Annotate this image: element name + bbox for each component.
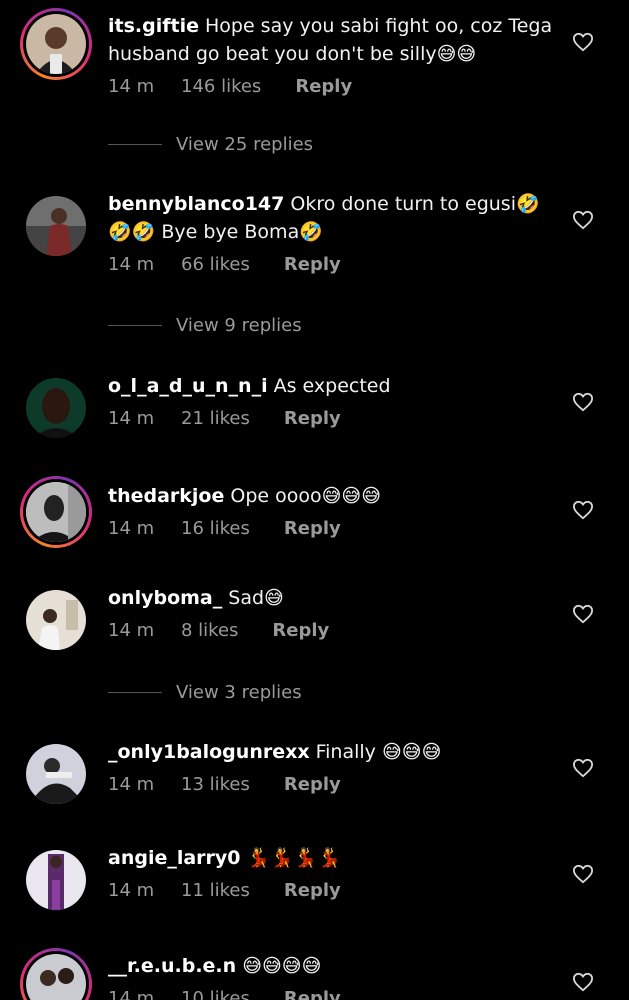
comment-time: 14 m [108,254,155,275]
avatar [26,378,86,438]
heart-outline-icon[interactable] [572,392,594,412]
comment-username[interactable]: onlyboma_ [108,587,222,609]
avatar-wrapper[interactable] [20,190,92,262]
heart-outline-icon[interactable] [572,604,594,624]
comment-likes[interactable]: 13 likes [181,774,250,795]
comment-text: onlyboma_ Sad😅 [108,584,559,612]
comment-username[interactable]: o_l_a_d_u_n_n_i [108,375,268,397]
comment-time: 14 m [108,620,155,641]
comment-time: 14 m [108,408,155,429]
comment-likes[interactable]: 66 likes [181,254,250,275]
comment-time: 14 m [108,774,155,795]
comment-meta: 14 m 13 likes Reply [108,774,559,795]
avatar-story-ring[interactable] [20,8,92,80]
comment-meta: 14 m 66 likes Reply [108,254,559,275]
comment-username[interactable]: __r.e.u.b.e.n [108,955,236,977]
comment-body: As expected [273,375,391,397]
reply-button[interactable]: Reply [284,254,341,275]
comment-meta: 14 m 10 likes Reply [108,988,559,1000]
avatar [26,590,86,650]
comment-text: its.giftie Hope say you sabi fight oo, co… [108,12,559,68]
view-replies-button[interactable]: View 3 replies [108,682,302,703]
reply-button[interactable]: Reply [284,408,341,429]
comment-likes[interactable]: 10 likes [181,988,250,1000]
comment-meta: 14 m 16 likes Reply [108,518,559,539]
avatar [26,196,86,256]
reply-button[interactable]: Reply [295,76,352,97]
heart-outline-icon[interactable] [572,500,594,520]
comment-likes[interactable]: 146 likes [181,76,261,97]
heart-outline-icon[interactable] [572,972,594,992]
heart-outline-icon[interactable] [572,32,594,52]
comment-username[interactable]: angie_larry0 [108,847,241,869]
reply-button[interactable]: Reply [284,774,341,795]
comment-text: angie_larry0 💃💃💃💃 [108,844,559,872]
emoji-group: 😅😅 [436,43,477,65]
view-replies-label: View 3 replies [176,682,302,703]
comment-body: Finally 😅😅😅 [315,741,442,763]
comment-meta: 14 m 146 likes Reply [108,76,559,97]
comment-username[interactable]: _only1balogunrexx [108,741,310,763]
comment-text: bennyblanco147 Okro done turn to egusi🤣🤣🤣… [108,190,559,246]
comment-text: o_l_a_d_u_n_n_i As expected [108,372,559,400]
view-replies-button[interactable]: View 9 replies [108,315,302,336]
avatar [26,850,86,910]
view-replies-divider [108,692,162,693]
comment-time: 14 m [108,988,155,1000]
view-replies-divider [108,144,162,145]
comment-likes[interactable]: 16 likes [181,518,250,539]
comment-body: Ope oooo😅😅😅 [230,485,382,507]
comment-username[interactable]: thedarkjoe [108,485,224,507]
comment-likes[interactable]: 8 likes [181,620,238,641]
comment-likes[interactable]: 11 likes [181,880,250,901]
comment-time: 14 m [108,518,155,539]
comment-username[interactable]: bennyblanco147 [108,193,284,215]
view-replies-label: View 9 replies [176,315,302,336]
comment-text: thedarkjoe Ope oooo😅😅😅 [108,482,559,510]
heart-outline-icon[interactable] [572,758,594,778]
comment-time: 14 m [108,880,155,901]
avatar-story-ring[interactable] [20,476,92,548]
comment-text: __r.e.u.b.e.n 😅😅😅😅 [108,952,559,980]
avatar-wrapper[interactable] [20,738,92,810]
comment-body: Sad😅 [228,587,284,609]
reply-button[interactable]: Reply [272,620,329,641]
comment-username[interactable]: its.giftie [108,15,199,37]
avatar [26,14,86,74]
reply-button[interactable]: Reply [284,988,341,1000]
comment-meta: 14 m 11 likes Reply [108,880,559,901]
comment-body: 😅😅😅😅 [242,955,322,977]
avatar-wrapper[interactable] [20,584,92,656]
reply-button[interactable]: Reply [284,880,341,901]
comment-meta: 14 m 8 likes Reply [108,620,559,641]
avatar-story-ring[interactable] [20,948,92,1000]
comment-body: 💃💃💃💃 [246,847,342,869]
reply-button[interactable]: Reply [284,518,341,539]
heart-outline-icon[interactable] [572,210,594,230]
avatar [26,744,86,804]
view-replies-button[interactable]: View 25 replies [108,134,313,155]
avatar [26,482,86,542]
comment-time: 14 m [108,76,155,97]
heart-outline-icon[interactable] [572,864,594,884]
view-replies-divider [108,325,162,326]
comment-text: _only1balogunrexx Finally 😅😅😅 [108,738,559,766]
avatar-wrapper[interactable] [20,372,92,444]
avatar [26,954,86,1000]
comment-likes[interactable]: 21 likes [181,408,250,429]
avatar-wrapper[interactable] [20,844,92,916]
comment-meta: 14 m 21 likes Reply [108,408,559,429]
view-replies-label: View 25 replies [176,134,314,155]
